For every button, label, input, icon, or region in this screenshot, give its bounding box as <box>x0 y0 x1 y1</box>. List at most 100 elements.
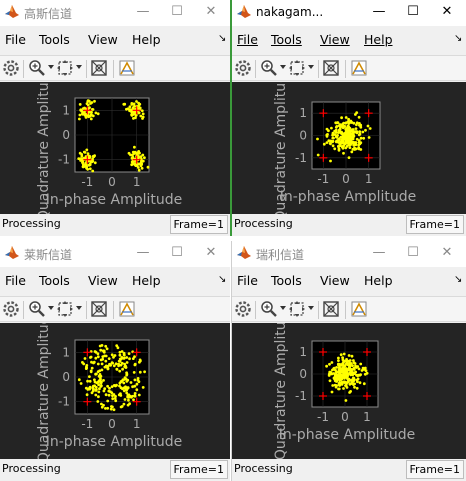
signal-point <box>84 116 88 119</box>
autoscale-icon[interactable] <box>90 59 108 77</box>
close-button[interactable]: ✕ <box>432 1 462 23</box>
signal-point <box>98 344 102 348</box>
dropdown-arrow-icon[interactable] <box>76 303 82 321</box>
menu-view[interactable]: View <box>320 273 350 288</box>
dropdown-arrow-icon[interactable] <box>280 62 286 80</box>
menu-file[interactable]: File <box>237 273 258 288</box>
maximize-button[interactable]: ☐ <box>162 1 192 23</box>
y-axis-label: Quadrature Amplitude <box>36 82 52 214</box>
scatter-plot-area[interactable]: -1 0 1 1 0 -1 In-phase Amplitude Quadrature Amp… <box>232 323 466 459</box>
zoom-in-icon[interactable] <box>260 300 278 318</box>
signal-point <box>135 152 139 156</box>
close-button[interactable]: ✕ <box>432 242 462 264</box>
gear-icon[interactable] <box>234 300 252 318</box>
toolbar <box>0 296 230 322</box>
toolbar-undock-icon[interactable]: ↘ <box>218 33 226 44</box>
maximize-button[interactable]: ☐ <box>398 1 428 23</box>
menu-tools[interactable]: Tools <box>271 32 302 47</box>
dropdown-arrow-icon[interactable] <box>76 62 82 80</box>
signal-point <box>135 382 139 386</box>
signal-point <box>316 153 320 157</box>
menu-file[interactable]: File <box>5 32 26 47</box>
menu-tools[interactable]: Tools <box>39 32 70 47</box>
fit-to-view-icon[interactable] <box>56 59 74 77</box>
signal-point <box>342 387 345 390</box>
fit-to-view-icon[interactable] <box>288 300 306 318</box>
dropdown-arrow-icon[interactable] <box>48 303 54 321</box>
menu-help[interactable]: Help <box>364 32 393 47</box>
menu-help[interactable]: Help <box>364 273 393 288</box>
signal-point <box>89 355 93 359</box>
menu-tools[interactable]: Tools <box>39 273 70 288</box>
fit-to-view-icon[interactable] <box>288 59 306 77</box>
autoscale-icon[interactable] <box>322 59 340 77</box>
minimize-button[interactable]: — <box>364 242 394 264</box>
menu-view[interactable]: View <box>320 32 350 47</box>
signal-point <box>344 139 348 142</box>
signal-point <box>100 402 103 406</box>
dropdown-arrow-icon[interactable] <box>308 303 314 321</box>
menu-help[interactable]: Help <box>132 273 161 288</box>
scatter-plot-area[interactable]: -1 0 1 1 0 -1 In-phase Amplitude Quadrature Amp… <box>0 323 230 459</box>
menu-view[interactable]: View <box>88 32 118 47</box>
highlight-icon[interactable] <box>118 59 136 77</box>
fit-to-view-icon[interactable] <box>56 300 74 318</box>
close-button[interactable]: ✕ <box>196 1 226 23</box>
scatter-plot-area[interactable]: -1 0 1 1 0 -1 In-phase Amplitude Quadrature Amp… <box>0 82 230 214</box>
signal-point <box>81 361 84 364</box>
close-button[interactable]: ✕ <box>196 242 226 264</box>
signal-point <box>131 113 135 116</box>
x-tick-label: -1 <box>317 410 329 424</box>
title-bar[interactable]: nakagam... — ☐ ✕ <box>232 0 466 26</box>
highlight-icon[interactable] <box>118 300 136 318</box>
status-processing: Processing <box>2 462 61 475</box>
signal-point <box>339 367 342 370</box>
signal-point <box>79 382 83 385</box>
signal-point <box>132 117 135 120</box>
signal-point <box>110 405 113 408</box>
signal-point <box>341 145 344 149</box>
gear-icon[interactable] <box>2 300 20 318</box>
title-bar[interactable]: 瑞利信道 — ☐ ✕ <box>232 241 466 267</box>
window-title: 莱斯信道 <box>24 248 73 262</box>
minimize-button[interactable]: — <box>364 1 394 23</box>
zoom-in-icon[interactable] <box>260 59 278 77</box>
menu-help[interactable]: Help <box>132 32 161 47</box>
toolbar <box>0 55 230 81</box>
autoscale-icon[interactable] <box>322 300 340 318</box>
menu-file[interactable]: File <box>237 32 258 47</box>
minimize-button[interactable]: — <box>128 1 158 23</box>
signal-point <box>126 398 130 402</box>
highlight-icon[interactable] <box>350 59 368 77</box>
toolbar-undock-icon[interactable]: ↘ <box>454 33 462 44</box>
signal-point <box>94 111 98 115</box>
toolbar-undock-icon[interactable]: ↘ <box>218 274 226 285</box>
title-bar[interactable]: 莱斯信道 — ☐ ✕ <box>0 241 230 267</box>
menu-file[interactable]: File <box>5 273 26 288</box>
signal-point <box>338 123 342 126</box>
signal-point <box>122 381 126 385</box>
title-bar[interactable]: 高斯信道 — ☐ ✕ <box>0 0 230 26</box>
frame-counter: Frame=1 <box>405 215 464 234</box>
dropdown-arrow-icon[interactable] <box>48 62 54 80</box>
menu-tools[interactable]: Tools <box>271 273 302 288</box>
signal-point <box>122 102 126 106</box>
signal-point <box>328 362 331 366</box>
minimize-button[interactable]: — <box>128 242 158 264</box>
x-tick-label: 0 <box>108 417 116 431</box>
autoscale-icon[interactable] <box>90 300 108 318</box>
maximize-button[interactable]: ☐ <box>398 242 428 264</box>
scatter-plot-area[interactable]: -1 0 1 1 0 -1 In-phase Amplitude Quadrature Amp… <box>232 82 466 214</box>
maximize-button[interactable]: ☐ <box>162 242 192 264</box>
signal-point <box>78 113 82 117</box>
zoom-in-icon[interactable] <box>28 300 46 318</box>
dropdown-arrow-icon[interactable] <box>308 62 314 80</box>
highlight-icon[interactable] <box>350 300 368 318</box>
zoom-in-icon[interactable] <box>28 59 46 77</box>
menu-view[interactable]: View <box>88 273 118 288</box>
dropdown-arrow-icon[interactable] <box>280 303 286 321</box>
gear-icon[interactable] <box>2 59 20 77</box>
toolbar-undock-icon[interactable]: ↘ <box>454 274 462 285</box>
gear-icon[interactable] <box>234 59 252 77</box>
signal-point <box>346 126 350 130</box>
